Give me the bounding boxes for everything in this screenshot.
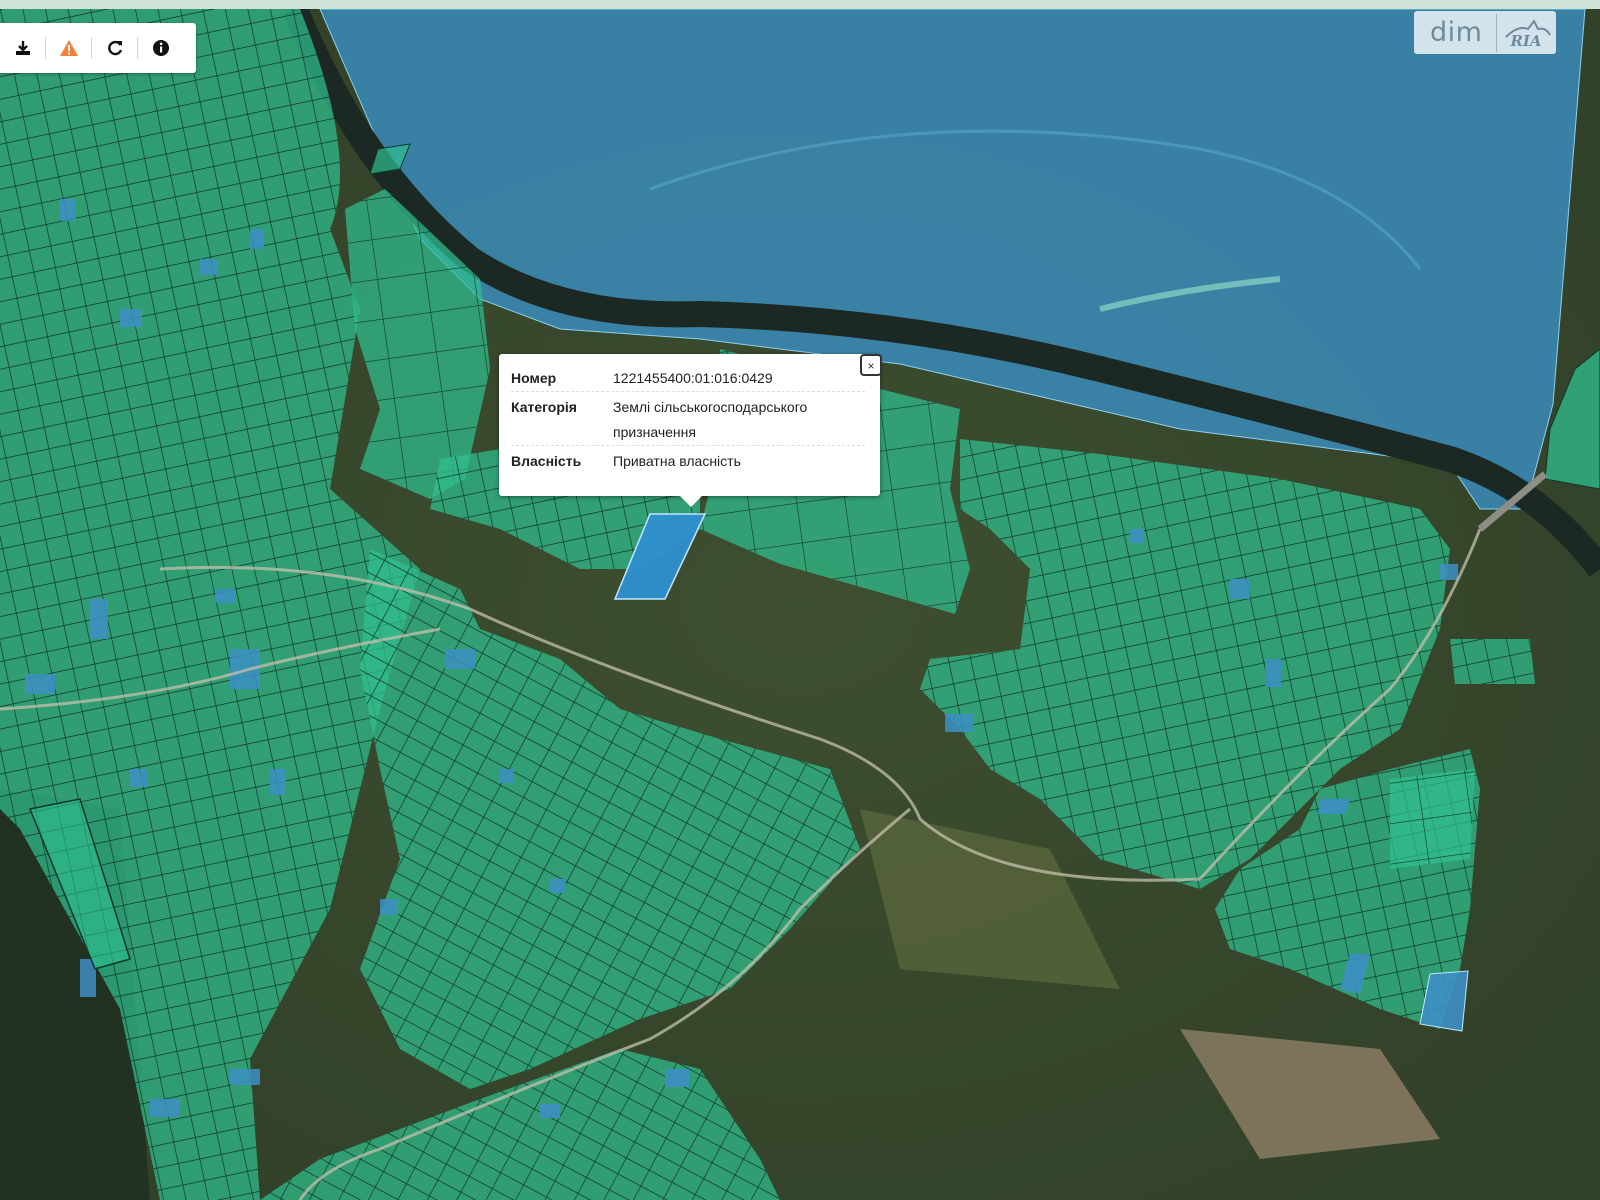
download-button[interactable] — [0, 23, 45, 73]
popup-value: Приватна власність — [613, 453, 741, 469]
parcel-info-popup: × Номер 1221455400:01:016:0429 Категорія… — [499, 354, 882, 507]
popup-key: Номер — [511, 370, 557, 386]
popup-key: Категорія — [511, 399, 577, 415]
warning-button[interactable] — [46, 23, 91, 73]
brand-text: dim — [1430, 17, 1483, 48]
popup-pointer — [680, 496, 702, 507]
download-icon — [15, 41, 30, 55]
close-icon: × — [867, 359, 875, 373]
map-toolbar — [0, 23, 196, 73]
ria-logo-icon: RIA — [1497, 14, 1556, 52]
refresh-button[interactable] — [92, 23, 137, 73]
popup-row-category: Категорія Землі сільськогосподарського п… — [511, 395, 865, 446]
warning-icon — [59, 40, 78, 56]
info-button[interactable] — [138, 23, 183, 73]
popup-value: 1221455400:01:016:0429 — [613, 370, 773, 386]
popup-value: Землі сільськогосподарського призначення — [613, 399, 808, 440]
popup-row-number: Номер 1221455400:01:016:0429 — [511, 366, 865, 392]
refresh-icon — [107, 40, 122, 56]
popup-row-ownership: Власність Приватна власність — [511, 449, 865, 474]
top-strip — [0, 0, 1600, 9]
ria-logo-text: RIA — [1510, 32, 1542, 50]
brand-watermark: dim RIA — [1414, 11, 1556, 54]
map-canvas[interactable] — [0, 9, 1600, 1200]
info-icon — [152, 40, 169, 56]
popup-key: Власність — [511, 453, 582, 469]
